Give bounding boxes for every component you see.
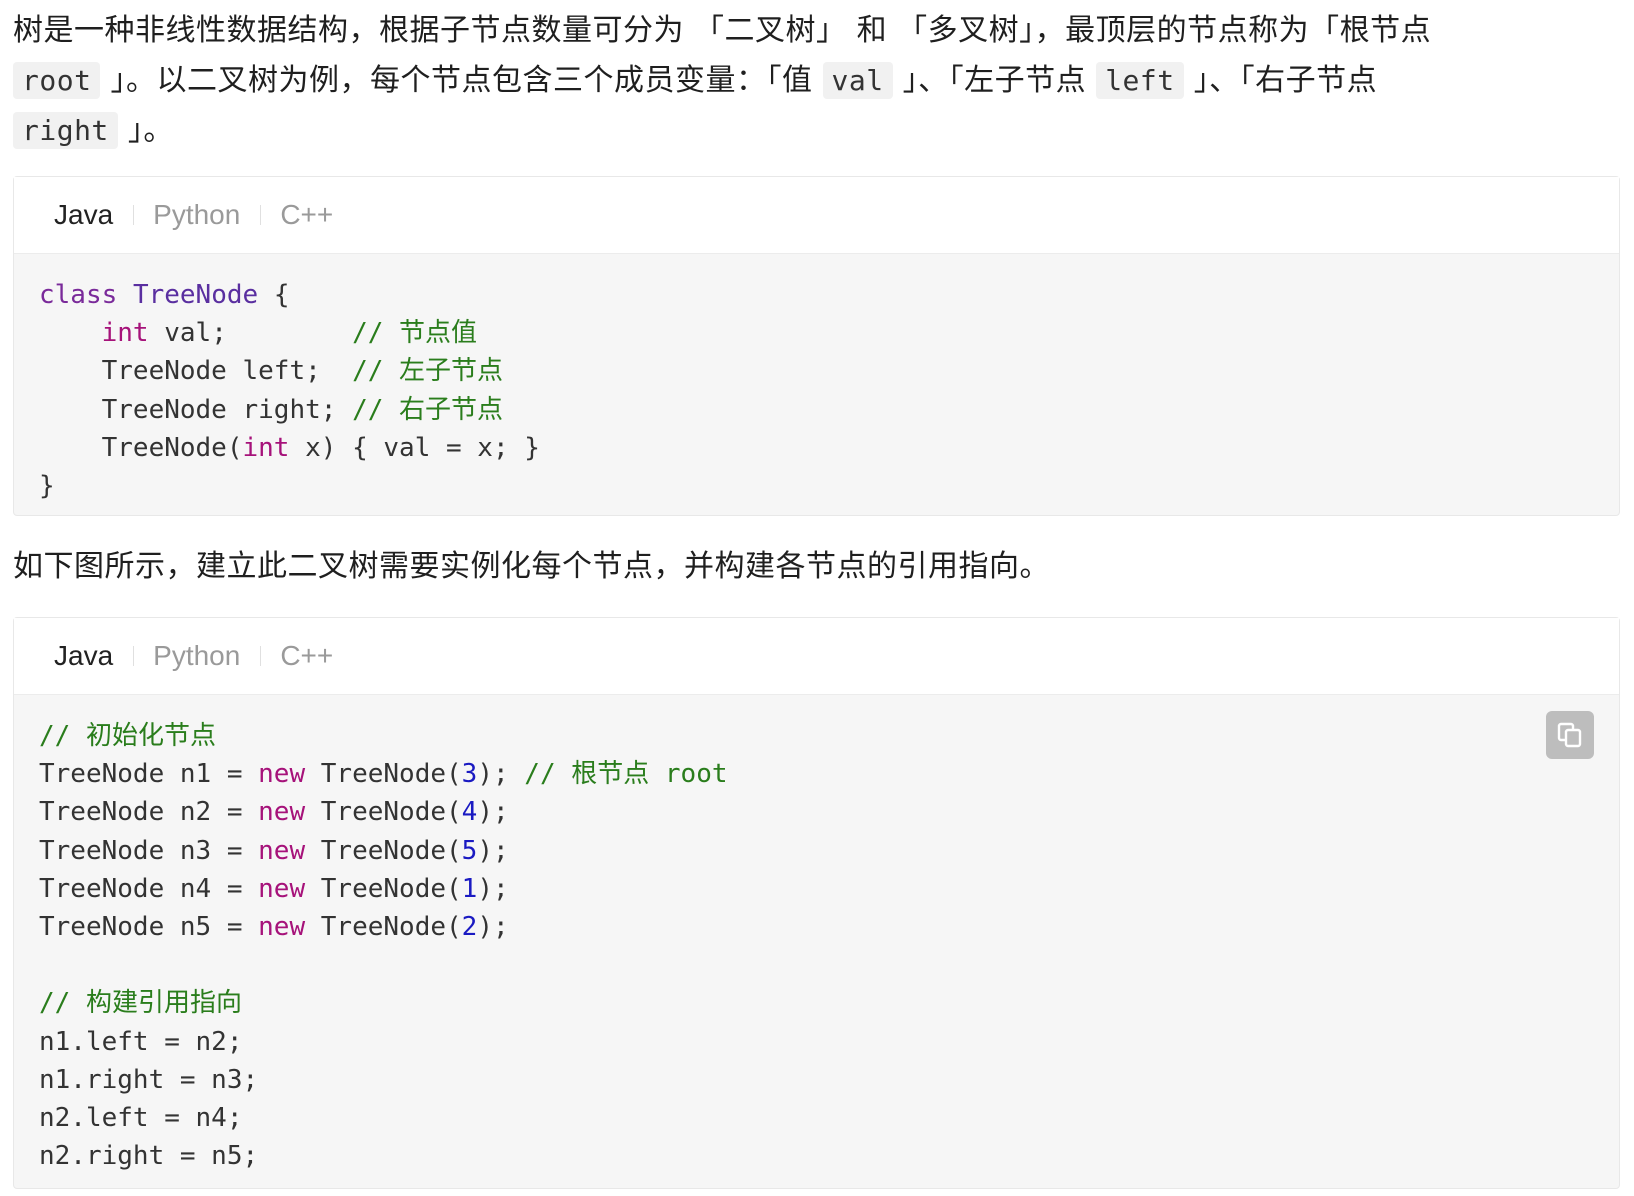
code-line: } [39,470,55,501]
language-tabs: Java Python C++ [14,177,1619,254]
code-line: TreeNode n2 = new TreeNode(4); [39,797,509,828]
tab-cpp[interactable]: C++ [260,199,353,231]
tab-java[interactable]: Java [34,640,133,672]
code-line: TreeNode left; // 左子节点 [39,356,504,387]
code-block-build-tree: Java Python C++ // 初始化节点 TreeNode n1 = ne… [13,617,1620,1189]
body-paragraph: 如下图所示，建立此二叉树需要实例化每个节点，并构建各节点的引用指向。 [13,549,1050,584]
code-line: class TreeNode { [39,280,290,310]
intro-text-4: 」、「右子节点 [1193,63,1378,98]
code-content: class TreeNode { int val; // 节点值 TreeNod… [14,254,1619,505]
intro-text-3: 」、「左子节点 [902,63,1087,98]
intro-text-1: 树是一种非线性数据结构，根据子节点数量可分为 「二叉树」 和 「多叉树」，最顶层… [13,13,1432,48]
code-block-treenode-class: Java Python C++ class TreeNode { int val… [13,176,1620,516]
code-line: int val; // 节点值 [101,318,478,349]
inline-code-root: root [13,62,101,99]
inline-code-val: val [822,62,893,99]
code-line: TreeNode(int x) { val = x; } [39,432,540,463]
article: 树是一种非线性数据结构，根据子节点数量可分为 「二叉树」 和 「多叉树」，最顶层… [13,0,1621,1189]
code-line: n2.left = n4; [39,1102,243,1133]
inline-code-left: left [1096,62,1184,99]
code-line: TreeNode n3 = new TreeNode(5); [39,835,509,866]
code-line: TreeNode n5 = new TreeNode(2); [39,911,509,942]
code-line: TreeNode n1 = new TreeNode(3); // 根节点 ro… [39,759,728,790]
code-content: // 初始化节点 TreeNode n1 = new TreeNode(3); /… [14,695,1619,1175]
code-line: TreeNode n4 = new TreeNode(1); [39,873,509,904]
intro-text-2: 」。以二叉树为例，每个节点包含三个成员变量：「值 [110,63,813,98]
code-comment: // 初始化节点 [39,721,216,751]
copy-button[interactable] [1546,711,1594,759]
code-line: TreeNode right; // 右子节点 [39,394,504,425]
code-line: n1.left = n2; [39,1026,243,1057]
code-comment: // 构建引用指向 [39,988,242,1019]
tab-cpp[interactable]: C++ [260,640,353,672]
code-line: n1.right = n3; [39,1064,259,1095]
language-tabs: Java Python C++ [14,618,1619,695]
tab-java[interactable]: Java [34,199,133,231]
inline-code-right: right [13,112,118,149]
intro-text-5: 」。 [127,113,174,148]
intro-paragraph: 树是一种非线性数据结构，根据子节点数量可分为 「二叉树」 和 「多叉树」，最顶层… [13,0,1621,156]
tab-python[interactable]: Python [133,199,260,231]
tab-python[interactable]: Python [133,640,260,672]
code-line: n2.right = n5; [39,1141,259,1172]
copy-icon [1557,722,1582,748]
